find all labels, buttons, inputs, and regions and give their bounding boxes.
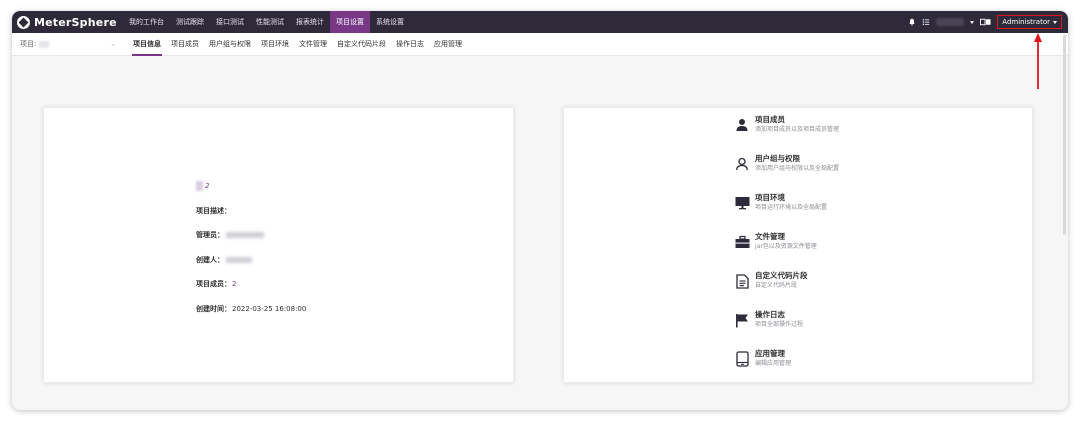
nav-item-project-settings[interactable]: 项目设置 [330,11,370,33]
tab-project-info[interactable]: 项目信息 [128,33,166,56]
nav-item-api-test[interactable]: 接口测试 [210,11,250,33]
chevron-down-icon [1053,20,1057,24]
menu-item-file-management[interactable]: 文件管理 jar包以及资源文件管理 [734,232,839,271]
menu-desc: 自定义代码片段 [755,282,798,289]
project-name: 2 [196,181,210,192]
project-tabs: 项目信息 项目成员 用户组与权限 项目环境 文件管理 自定义代码片段 操作日志 … [128,33,467,56]
nav-item-test-track[interactable]: 测试跟踪 [170,11,210,33]
nav-item-workbench[interactable]: 我的工作台 [123,11,170,33]
app-window: MeterSphere 我的工作台 测试跟踪 接口测试 性能测试 报表统计 项目… [12,11,1068,410]
nav-item-performance-test[interactable]: 性能测试 [250,11,290,33]
person-icon [734,117,750,133]
menu-item-custom-code[interactable]: 自定义代码片段 自定义代码片段 [734,271,839,310]
workspace-selector[interactable] [936,18,965,26]
project-creator-row: 创建人： [196,248,306,273]
menu-item-app-management[interactable]: 应用管理 编辑应用管理 [734,349,839,388]
user-name: Administrator [1002,18,1050,26]
project-creator-blurred [226,256,252,263]
project-info: 2 项目描述： 管理员： 创建人： 项目成员： 2 创建时间： 2022-03-… [196,174,306,321]
tab-user-groups[interactable]: 用户组与权限 [204,33,256,56]
logo[interactable]: MeterSphere [17,15,117,29]
nav-item-system-settings[interactable]: 系统设置 [370,11,410,33]
menu-item-operation-log[interactable]: 操作日志 项目全部操作过程 [734,310,839,349]
top-navbar: MeterSphere 我的工作台 测试跟踪 接口测试 性能测试 报表统计 项目… [12,11,1068,33]
project-name-blurred [39,40,50,48]
project-created-row: 创建时间： 2022-03-25 16:08:00 [196,297,306,322]
project-name-blurred [196,181,203,192]
user-menu-button[interactable]: Administrator [997,15,1062,29]
project-name-suffix: 2 [205,182,210,191]
list-icon[interactable] [922,18,930,26]
project-desc-row: 项目描述： [196,199,306,224]
project-label: 项目: [20,40,37,48]
project-manager-blurred [226,232,264,239]
project-desc-label: 项目描述： [196,206,231,215]
main-nav: 我的工作台 测试跟踪 接口测试 性能测试 报表统计 项目设置 系统设置 [123,11,410,33]
project-name-row: 2 [196,174,306,199]
project-created-label: 创建时间： [196,304,231,313]
project-members-row: 项目成员： 2 [196,272,306,297]
user-outline-icon [734,156,750,172]
language-icon[interactable] [980,18,991,26]
menu-desc: 添加项目成员以及项目成员管理 [755,126,840,133]
tab-project-env[interactable]: 项目环境 [256,33,294,56]
monitor-icon [734,195,750,211]
project-subbar: 项目: ⌄ 项目信息 项目成员 用户组与权限 项目环境 文件管理 自定义代码片段… [12,33,1068,56]
menu-item-project-members[interactable]: 项目成员 添加项目成员以及项目成员管理 [734,115,839,154]
briefcase-icon [734,234,750,250]
project-creator-label: 创建人： [196,255,224,264]
flag-icon [734,312,750,328]
project-members-count[interactable]: 2 [232,280,236,288]
chevron-down-icon[interactable] [970,20,975,24]
tab-app-management[interactable]: 应用管理 [429,33,467,56]
settings-menu: 项目成员 添加项目成员以及项目成员管理 用户组与权限 添加用户组与权限以及全局配… [734,115,839,388]
project-info-card: 2 项目描述： 管理员： 创建人： 项目成员： 2 创建时间： 2022-03-… [43,107,514,383]
document-icon [734,273,750,289]
menu-desc: 添加用户组与权限以及全局配置 [755,165,840,172]
scrollbar[interactable] [1063,35,1066,235]
tab-operation-log[interactable]: 操作日志 [391,33,429,56]
bell-icon[interactable] [908,18,916,26]
project-members-label: 项目成员： [196,280,231,289]
menu-desc: 编辑应用管理 [755,360,792,367]
project-manager-label: 管理员： [196,231,224,240]
menu-title: 操作日志 [755,310,785,319]
project-selector[interactable]: 项目: ⌄ [12,39,124,49]
menu-desc: jar包以及资源文件管理 [755,243,817,250]
menu-desc: 项目运行环境以及全局配置 [755,204,828,211]
menu-title: 项目成员 [755,115,785,124]
menu-title: 自定义代码片段 [755,271,808,280]
metersphere-logo-icon [17,15,30,29]
nav-item-report[interactable]: 报表统计 [290,11,330,33]
tab-custom-code[interactable]: 自定义代码片段 [332,33,391,56]
menu-item-project-env[interactable]: 项目环境 项目运行环境以及全局配置 [734,193,839,232]
menu-title: 文件管理 [755,232,785,241]
menu-title: 应用管理 [755,349,785,358]
menu-item-user-groups[interactable]: 用户组与权限 添加用户组与权限以及全局配置 [734,154,839,193]
menu-title: 用户组与权限 [755,154,800,163]
tab-file-management[interactable]: 文件管理 [294,33,332,56]
topbar-right: Administrator [908,11,1062,33]
menu-desc: 项目全部操作过程 [755,321,804,328]
menu-title: 项目环境 [755,193,785,202]
app-name: MeterSphere [34,15,117,29]
annotation-arrow-icon [1034,33,1042,89]
settings-menu-card: 项目成员 添加项目成员以及项目成员管理 用户组与权限 添加用户组与权限以及全局配… [563,107,1033,383]
project-created-time: 2022-03-25 16:08:00 [232,304,307,313]
project-manager-row: 管理员： [196,223,306,248]
tablet-icon [734,351,750,367]
tab-project-members[interactable]: 项目成员 [166,33,204,56]
chevron-down-icon: ⌄ [110,40,116,48]
